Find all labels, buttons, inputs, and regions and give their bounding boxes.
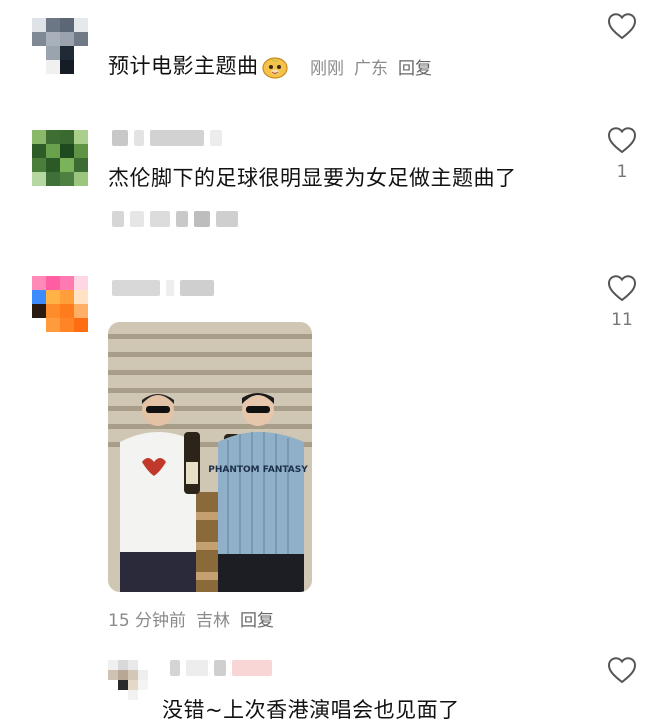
username-blurred[interactable] <box>170 660 272 676</box>
comment-text: 没错~上次香港演唱会也见面了 <box>162 698 460 722</box>
avatar[interactable] <box>32 18 88 74</box>
like-count: 1 <box>616 162 628 182</box>
comment-location: 吉林 <box>196 611 231 631</box>
reply-button[interactable]: 回复 <box>398 54 432 79</box>
avatar[interactable] <box>32 130 88 186</box>
jersey-text: PHANTOM FANTASY <box>208 465 308 475</box>
comment-text: 杰伦脚下的足球很明显要为女足做主题曲了 <box>108 166 517 190</box>
reply-button[interactable]: 回复 <box>240 606 274 631</box>
avatar[interactable] <box>108 660 148 700</box>
username-blurred[interactable] <box>112 280 214 296</box>
avatar[interactable] <box>32 276 88 332</box>
comment-list: 预计电影主题曲 刚刚 广东 回复 杰伦脚下的足球很明显要为女足做主题曲了 1 1… <box>0 0 670 724</box>
heart-icon <box>607 657 637 684</box>
comment-location: 广东 <box>354 59 388 79</box>
comment-time: 15 分钟前 <box>108 611 187 631</box>
like-button[interactable]: 11 <box>602 274 642 330</box>
heart-icon <box>607 275 637 302</box>
comment-meta: 15 分钟前 吉林 回复 <box>108 606 274 631</box>
like-button[interactable] <box>602 656 642 684</box>
meta-blurred <box>112 211 238 227</box>
heart-icon <box>607 13 637 40</box>
cartoon-face-emoji <box>261 53 289 79</box>
comment-photo[interactable]: PHANTOM FANTASY <box>108 322 312 592</box>
comment-meta: 刚刚 广东 回复 <box>310 54 432 79</box>
heart-icon <box>607 127 637 154</box>
photo-two-men-wine-bottles: PHANTOM FANTASY <box>108 322 312 592</box>
username-blurred[interactable] <box>112 130 222 146</box>
like-count: 11 <box>611 310 633 330</box>
like-button[interactable]: 1 <box>602 126 642 182</box>
comment-time: 刚刚 <box>310 59 344 79</box>
comment-text: 预计电影主题曲 <box>108 50 289 80</box>
like-button[interactable] <box>602 12 642 40</box>
